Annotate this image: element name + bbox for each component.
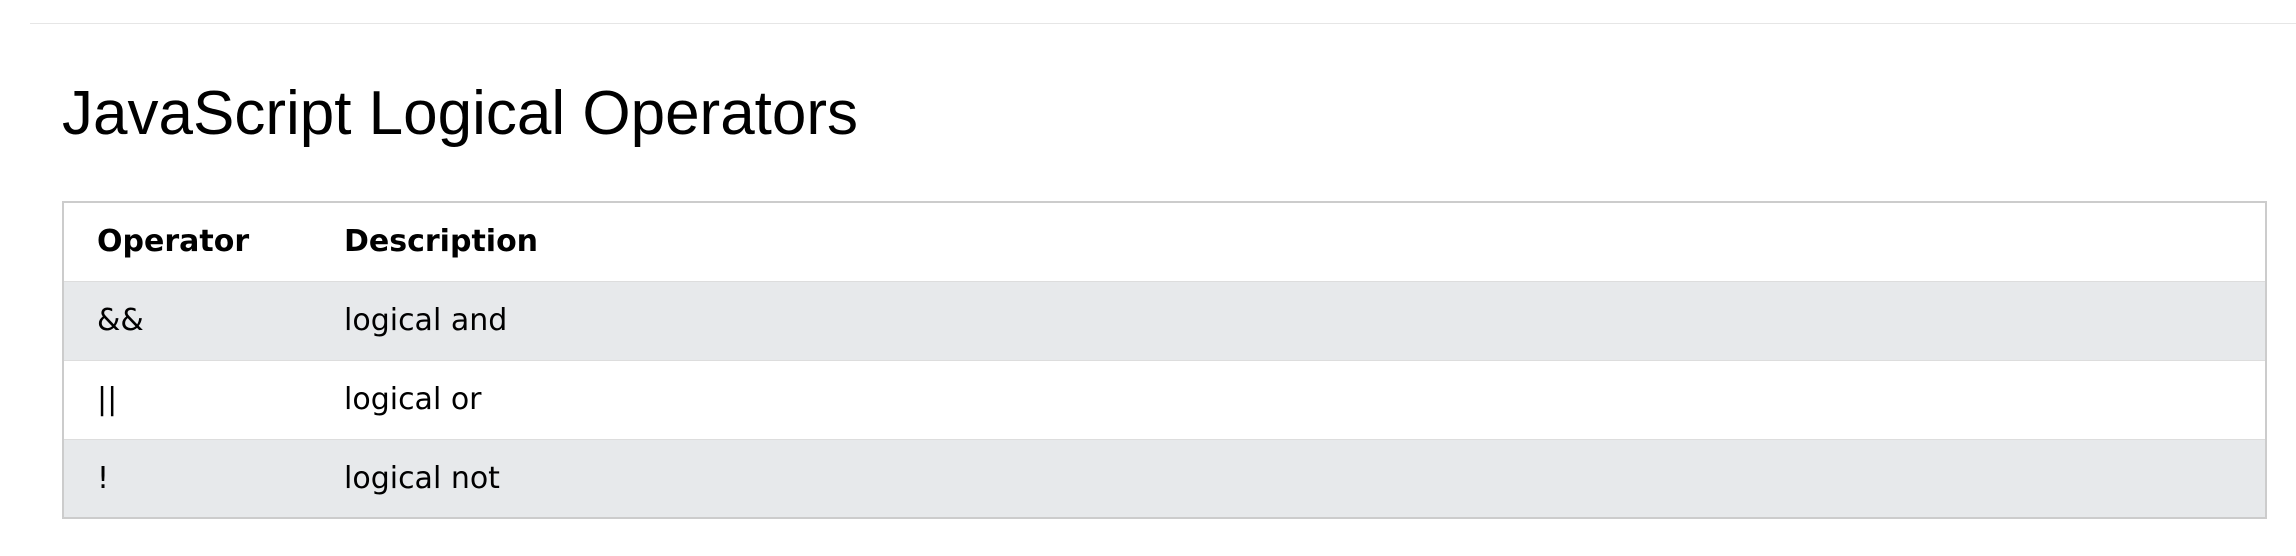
table-header-row: Operator Description bbox=[63, 202, 2266, 281]
operator-cell: ! bbox=[97, 460, 110, 496]
table-row: && logical and bbox=[63, 281, 2266, 360]
description-cell: logical not bbox=[344, 460, 500, 496]
header-operator: Operator bbox=[97, 224, 250, 260]
header-description: Description bbox=[344, 224, 539, 260]
page-title: JavaScript Logical Operators bbox=[62, 79, 859, 148]
table-row: ! logical not bbox=[63, 439, 2266, 518]
description-cell: logical or bbox=[344, 382, 482, 417]
description-cell: logical and bbox=[344, 303, 508, 338]
operator-cell: || bbox=[97, 382, 118, 417]
table-row: || logical or bbox=[63, 360, 2266, 439]
operators-table: Operator Description && logical and || l… bbox=[62, 201, 2267, 519]
top-divider bbox=[30, 23, 2296, 24]
operator-cell: && bbox=[97, 303, 144, 338]
